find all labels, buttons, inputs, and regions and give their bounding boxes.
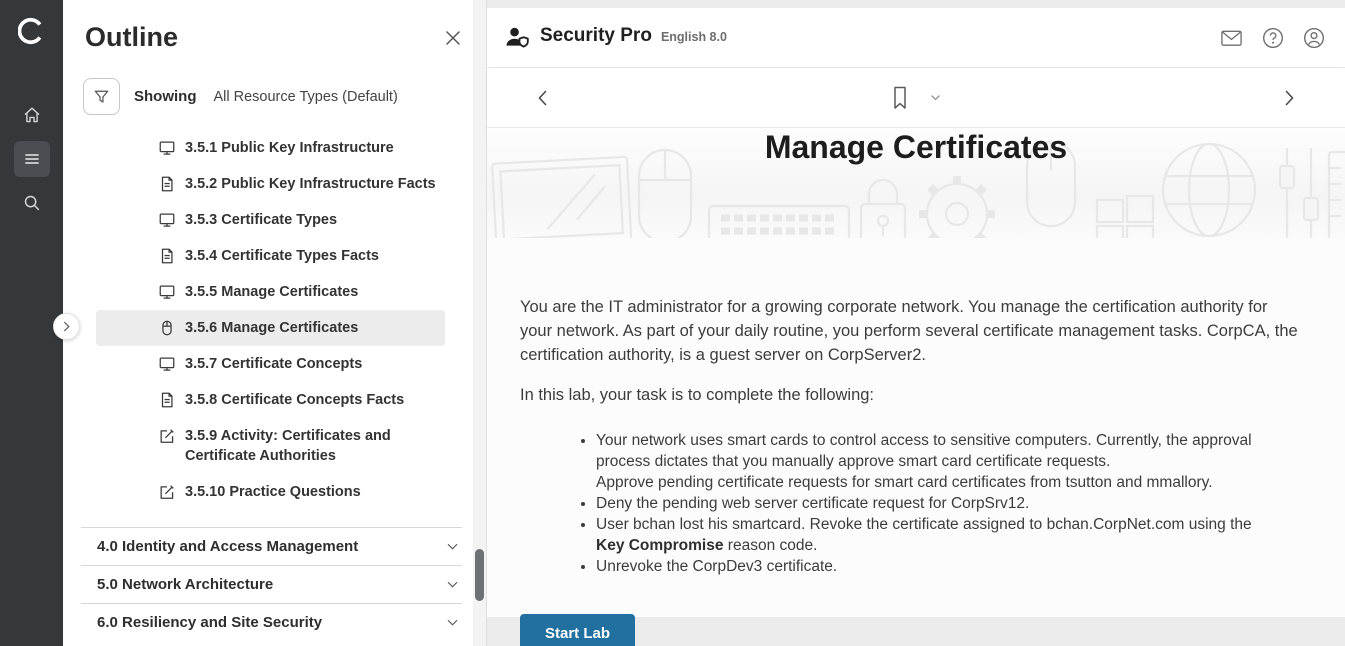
- task-item: Deny the pending web server certificate …: [596, 493, 1280, 514]
- outline-item[interactable]: 3.5.4 Certificate Types Facts: [96, 238, 445, 274]
- product-name: Security Pro: [540, 25, 652, 47]
- outline-title: Outline: [85, 22, 178, 53]
- outline-item[interactable]: 3.5.3 Certificate Types: [96, 202, 445, 238]
- video-monitor-icon: [158, 210, 176, 229]
- task-list: Your network uses smart cards to control…: [520, 430, 1280, 577]
- outline-item-label: 3.5.8 Certificate Concepts Facts: [185, 390, 404, 410]
- app-window: Outline Showing All Resource Types (Defa…: [0, 0, 1345, 646]
- outline-item-label: 3.5.4 Certificate Types Facts: [185, 246, 379, 266]
- outline-item[interactable]: 3.5.10 Practice Questions: [96, 474, 445, 510]
- outline-panel: Outline Showing All Resource Types (Defa…: [63, 0, 486, 646]
- section-label: 4.0 Identity and Access Management: [97, 538, 358, 555]
- lab-mouse-icon: [158, 318, 176, 337]
- close-icon[interactable]: [440, 25, 466, 51]
- bookmark-icon[interactable]: [890, 85, 910, 111]
- chevron-down-icon: [445, 615, 460, 630]
- outline-item-label: 3.5.2 Public Key Infrastructure Facts: [185, 174, 436, 194]
- document-icon: [158, 390, 176, 409]
- outline-scrollbar-track: [473, 0, 486, 646]
- section-network-architecture[interactable]: 5.0 Network Architecture: [81, 565, 462, 603]
- outline-menu-icon[interactable]: [14, 141, 50, 177]
- mail-icon[interactable]: [1220, 28, 1243, 48]
- activity-edit-icon: [158, 426, 176, 445]
- task-item: User bchan lost his smartcard. Revoke th…: [596, 514, 1280, 556]
- bookmark-menu-chevron-icon[interactable]: [929, 91, 942, 104]
- lesson-navbar: [487, 68, 1345, 128]
- resource-filter: Showing All Resource Types (Default): [83, 78, 486, 115]
- video-monitor-icon: [158, 138, 176, 157]
- outline-item[interactable]: 3.5.5 Manage Certificates: [96, 274, 445, 310]
- activity-edit-icon: [158, 482, 176, 501]
- outline-item-label: 3.5.10 Practice Questions: [185, 482, 361, 502]
- chevron-down-icon: [445, 577, 460, 592]
- video-monitor-icon: [158, 282, 176, 301]
- outline-item[interactable]: 3.5.2 Public Key Infrastructure Facts: [96, 166, 445, 202]
- next-lesson-icon[interactable]: [1279, 87, 1299, 109]
- help-icon[interactable]: [1262, 27, 1284, 49]
- title-banner: Manage Certificates: [487, 128, 1345, 238]
- main-area: Security Pro English 8.0: [486, 0, 1345, 646]
- outline-item[interactable]: 3.5.1 Public Key Infrastructure: [96, 130, 445, 166]
- outline-item-label: 3.5.9 Activity: Certificates and Certifi…: [185, 426, 437, 466]
- outline-item-list: 3.5.1 Public Key Infrastructure 3.5.2 Pu…: [63, 130, 486, 510]
- security-pro-icon: [504, 25, 531, 50]
- filter-button[interactable]: [83, 78, 120, 115]
- product-group: Security Pro English 8.0: [504, 25, 727, 50]
- previous-lesson-icon[interactable]: [533, 87, 553, 109]
- showing-label: Showing: [134, 88, 197, 105]
- outline-item[interactable]: 3.5.7 Certificate Concepts: [96, 346, 445, 382]
- outline-item-label: 3.5.1 Public Key Infrastructure: [185, 138, 394, 158]
- document-icon: [158, 246, 176, 265]
- outline-item[interactable]: 3.5.9 Activity: Certificates and Certifi…: [96, 418, 445, 474]
- outline-scrollbar-thumb[interactable]: [475, 549, 484, 601]
- app-header: Security Pro English 8.0: [487, 8, 1345, 68]
- outline-item-label: 3.5.5 Manage Certificates: [185, 282, 358, 302]
- header-actions: [1220, 27, 1325, 49]
- outline-item-label: 3.5.6 Manage Certificates: [185, 318, 358, 338]
- document-icon: [158, 174, 176, 193]
- chevron-down-icon: [445, 539, 460, 554]
- outline-item[interactable]: 3.5.8 Certificate Concepts Facts: [96, 382, 445, 418]
- panel-expand-button[interactable]: [53, 313, 80, 340]
- video-monitor-icon: [158, 354, 176, 373]
- task-item: Unrevoke the CorpDev3 certificate.: [596, 556, 1280, 577]
- brand-logo-icon[interactable]: [18, 17, 46, 45]
- product-edition: English 8.0: [661, 30, 727, 44]
- section-label: 5.0 Network Architecture: [97, 576, 273, 593]
- home-icon[interactable]: [14, 97, 50, 133]
- outline-item-label: 3.5.3 Certificate Types: [185, 210, 337, 230]
- profile-icon[interactable]: [1303, 27, 1325, 49]
- search-icon[interactable]: [14, 185, 50, 221]
- filter-value: All Resource Types (Default): [214, 89, 398, 105]
- task-item: Your network uses smart cards to control…: [596, 430, 1280, 493]
- section-resiliency-site-security[interactable]: 6.0 Resiliency and Site Security: [81, 603, 462, 641]
- task-intro: In this lab, your task is to complete th…: [520, 383, 1301, 407]
- lab-description: You are the IT administrator for a growi…: [487, 238, 1345, 617]
- section-label: 6.0 Resiliency and Site Security: [97, 614, 322, 631]
- page-title: Manage Certificates: [487, 128, 1345, 166]
- section-identity-access[interactable]: 4.0 Identity and Access Management: [81, 527, 462, 565]
- outline-item-selected[interactable]: 3.5.6 Manage Certificates: [96, 310, 445, 346]
- outline-sections: 4.0 Identity and Access Management 5.0 N…: [63, 527, 486, 641]
- outline-item-label: 3.5.7 Certificate Concepts: [185, 354, 362, 374]
- start-lab-button[interactable]: Start Lab: [520, 614, 635, 646]
- intro-paragraph: You are the IT administrator for a growi…: [520, 295, 1301, 367]
